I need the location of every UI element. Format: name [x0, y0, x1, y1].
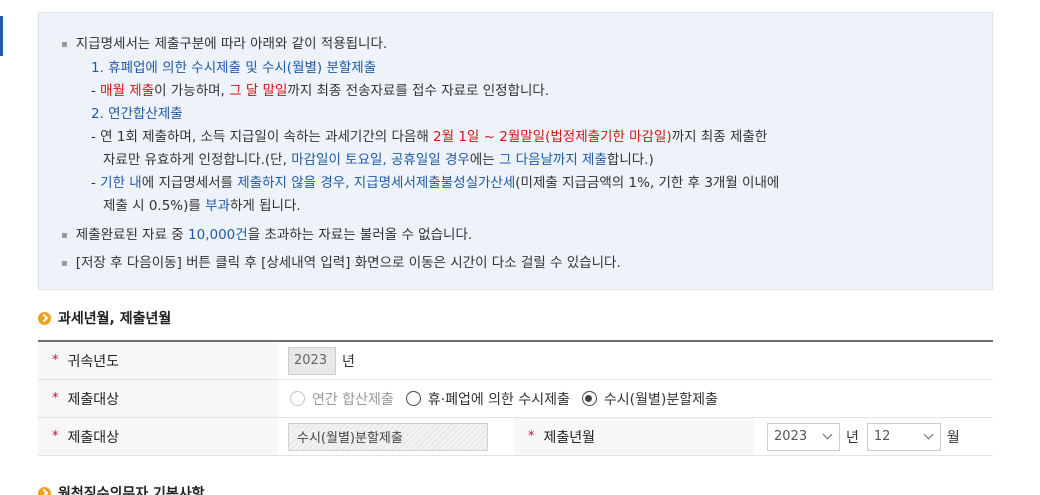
chevron-down-icon [923, 429, 934, 440]
radio-circle-checked[interactable] [581, 391, 597, 406]
notice-item2-line4: 제출 시 0.5%)를 부과하게 됩니다. [103, 198, 301, 214]
notice-item1-title: 1. 휴폐업에 의한 수시제출 및 수시(월별) 분할제출 [91, 60, 377, 76]
submit-target-readonly: 수시(월별)분할제출 [288, 422, 488, 451]
label-attribution-year: 귀속년도 [67, 353, 120, 370]
label-submit-target: 제출대상 [67, 391, 120, 408]
notice-line-move: [저장 후 다음이동] 버튼 클릭 후 [상세내역 입력] 화면으로 이동은 시… [61, 252, 992, 276]
label-submit-month: 제출년월 [543, 429, 596, 446]
section-title-period: 과세년월, 제출년월 [38, 308, 171, 328]
section-title-withholder: 원천징수의무자 기본사항 [38, 483, 205, 495]
required-mark: * [528, 429, 535, 444]
radio-circle[interactable] [290, 391, 305, 406]
notice-box: 지급명세서는 제출구분에 따라 아래와 같이 적용됩니다. 1. 휴폐업에 의한… [38, 12, 993, 290]
label-submit-target-2: 제출대상 [67, 429, 120, 446]
left-edge-marker [0, 16, 3, 56]
notice-item2-line1: - 연 1회 제출하며, 소득 지급일이 속하는 과세기간의 다음해 2월 1일… [91, 129, 768, 145]
radio-circle[interactable] [405, 391, 421, 406]
chevron-down-icon [822, 429, 833, 440]
required-mark: * [52, 353, 59, 368]
form-row-submit-month: * 제출대상 수시(월별)분할제출 * 제출년월 2023 년 12 월 [38, 418, 993, 456]
notice-line-intro: 지급명세서는 제출구분에 따라 아래와 같이 적용됩니다. [61, 33, 992, 57]
notice-line-limit: 제출완료된 자료 중 10,000건을 초과하는 자료는 불러올 수 없습니다. [61, 224, 992, 248]
circle-arrow-icon [38, 486, 51, 495]
radio-annual-submit[interactable]: 연간 합산제출 [290, 389, 394, 409]
notice-item2-title: 2. 연간합산제출 [91, 106, 183, 122]
submit-year-select[interactable]: 2023 [767, 422, 840, 451]
period-form-table: * 귀속년도 2023 년 * 제출대상 연간 합산제출 휴·폐업에 의한 수시제출… [38, 340, 993, 456]
notice-item2-line3: - 기한 내에 지급명세서를 제출하지 않을 경우, 지급명세서제출불성실가산세… [91, 175, 780, 191]
notice-item2-line2: 자료만 유효하게 인정합니다.(단, 마감일이 토요일, 공휴일일 경우에는 그… [103, 152, 654, 168]
submit-year-unit: 년 [846, 429, 859, 446]
form-row-year: * 귀속년도 2023 년 [38, 342, 993, 380]
radio-closure-submit[interactable]: 휴·폐업에 의한 수시제출 [405, 389, 570, 409]
form-row-submit-type: * 제출대상 연간 합산제출 휴·폐업에 의한 수시제출 수시(월별)분할제출 [38, 380, 993, 418]
radio-monthly-submit[interactable]: 수시(월별)분할제출 [581, 389, 718, 409]
required-mark: * [52, 429, 59, 444]
submit-month-unit: 월 [946, 429, 960, 446]
submit-month-select[interactable]: 12 [866, 422, 941, 451]
notice-item1-desc: - 매월 제출이 가능하며, 그 달 말일까지 최종 전송자료를 접수 자료로 … [91, 83, 550, 99]
attribution-year-input[interactable]: 2023 [288, 346, 336, 375]
year-unit: 년 [342, 353, 355, 370]
required-mark: * [52, 391, 59, 406]
circle-arrow-icon [38, 311, 51, 325]
